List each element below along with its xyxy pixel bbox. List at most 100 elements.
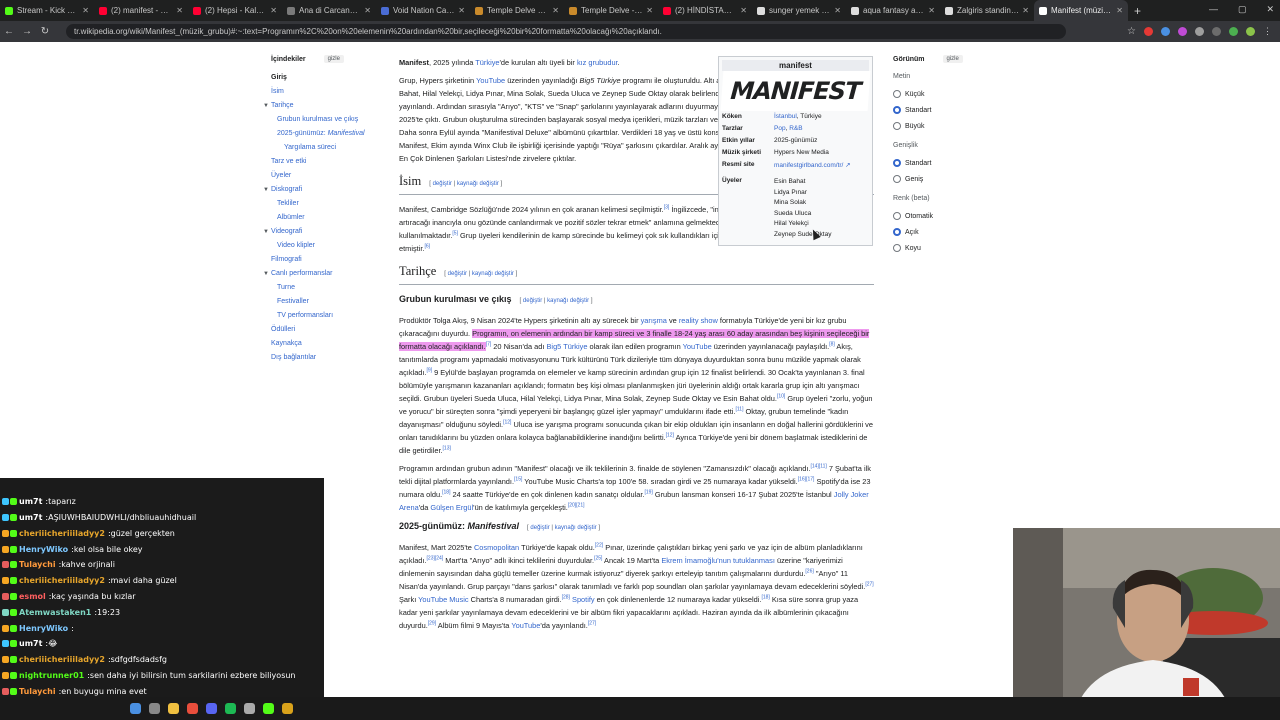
toc-item[interactable]: Giriş bbox=[260, 71, 400, 85]
tab-close-icon[interactable]: ✕ bbox=[270, 6, 277, 15]
citation-link[interactable]: [22] bbox=[595, 543, 603, 549]
citation-link[interactable]: [19] bbox=[644, 490, 652, 496]
extension-icon[interactable] bbox=[1212, 27, 1221, 36]
edit-source-link[interactable]: kaynağı değiştir bbox=[457, 181, 499, 187]
start-icon[interactable] bbox=[130, 703, 141, 714]
wiki-link[interactable]: İstanbul bbox=[774, 113, 797, 120]
back-icon[interactable]: ← bbox=[0, 26, 18, 37]
radio-button[interactable] bbox=[893, 212, 901, 220]
toc-item[interactable]: Yargılama süreci bbox=[260, 141, 400, 155]
wiki-link[interactable]: YouTube Music bbox=[418, 595, 468, 604]
chat-username[interactable]: um7t bbox=[19, 639, 42, 648]
wiki-link[interactable]: yarışma bbox=[641, 316, 667, 325]
wiki-link[interactable]: Gülşen Ergül bbox=[430, 503, 473, 512]
radio-button[interactable] bbox=[893, 90, 901, 98]
taskbar-app-icon[interactable] bbox=[282, 703, 293, 714]
citation-link[interactable]: [6] bbox=[424, 244, 430, 250]
extension-icon[interactable] bbox=[1178, 27, 1187, 36]
radio-button[interactable] bbox=[893, 175, 901, 183]
appearance-option[interactable]: Koyu bbox=[893, 240, 1003, 256]
wiki-link[interactable]: YouTube bbox=[511, 621, 540, 630]
tab-close-icon[interactable]: ✕ bbox=[834, 6, 841, 15]
appearance-option[interactable]: Büyük bbox=[893, 118, 1003, 134]
wiki-link[interactable]: kız grubudur bbox=[577, 58, 618, 67]
browser-tab[interactable]: sunger yemek kutusu✕ bbox=[752, 0, 846, 21]
chat-username[interactable]: HenryWiko bbox=[19, 624, 68, 633]
chat-username[interactable]: um7t bbox=[19, 513, 42, 522]
extension-icon[interactable] bbox=[1229, 27, 1238, 36]
tab-close-icon[interactable]: ✕ bbox=[740, 6, 747, 15]
browser-tab[interactable]: (2) manifest - Daha iyi✕ bbox=[94, 0, 188, 21]
taskbar-app-icon[interactable] bbox=[149, 703, 160, 714]
chat-username[interactable]: cheriiicheriiiladyy2 bbox=[19, 576, 105, 585]
toc-item[interactable]: Festivaller bbox=[260, 295, 400, 309]
wiki-link[interactable]: Türkiye bbox=[475, 58, 499, 67]
browser-tab[interactable]: Temple Delve - AQW✕ bbox=[564, 0, 658, 21]
wiki-link[interactable]: Spotify bbox=[572, 595, 595, 604]
edit-link[interactable]: değiştir bbox=[448, 271, 467, 277]
toc-item[interactable]: Kaynakça bbox=[260, 337, 400, 351]
chat-username[interactable]: cheriiicheriiiladyy2 bbox=[19, 655, 105, 664]
browser-tab[interactable]: (2) HİNDİSTAN BÖLÜM✕ bbox=[658, 0, 752, 21]
appearance-option[interactable]: Standart bbox=[893, 102, 1003, 118]
browser-tab[interactable]: (2) Hepsi - Kalpsizsin (✕ bbox=[188, 0, 282, 21]
extension-icon[interactable] bbox=[1161, 27, 1170, 36]
toc-item[interactable]: Ödülleri bbox=[260, 323, 400, 337]
citation-link[interactable]: [20][21] bbox=[568, 503, 585, 509]
forward-icon[interactable]: → bbox=[18, 26, 36, 37]
radio-button[interactable] bbox=[893, 122, 901, 130]
edit-link[interactable]: değiştir bbox=[523, 298, 542, 304]
browser-tab[interactable]: aqua fantasy aquapark✕ bbox=[846, 0, 940, 21]
citation-link[interactable]: [13] bbox=[443, 446, 451, 452]
citation-link[interactable]: [28] bbox=[562, 595, 570, 601]
edit-link[interactable]: değiştir bbox=[530, 525, 549, 531]
wiki-link[interactable]: Big5 Türkiye bbox=[547, 342, 588, 351]
minimize-icon[interactable]: — bbox=[1209, 4, 1218, 15]
close-icon[interactable]: ✕ bbox=[1266, 4, 1274, 15]
radio-button[interactable] bbox=[893, 106, 901, 114]
appearance-option[interactable]: Standart bbox=[893, 155, 1003, 171]
wiki-link[interactable]: reality show bbox=[679, 316, 718, 325]
citation-link[interactable]: [14][11] bbox=[810, 464, 826, 470]
wiki-link[interactable]: Ekrem İmamoğlu'nun tutuklanması bbox=[661, 556, 775, 565]
tab-close-icon[interactable]: ✕ bbox=[176, 6, 183, 15]
caret-down-icon[interactable]: ▼ bbox=[263, 99, 269, 113]
wiki-link[interactable]: YouTube bbox=[683, 342, 712, 351]
citation-link[interactable]: [18] bbox=[761, 595, 769, 601]
chat-username[interactable]: HenryWiko bbox=[19, 545, 68, 554]
tab-close-icon[interactable]: ✕ bbox=[646, 6, 653, 15]
tab-close-icon[interactable]: ✕ bbox=[82, 6, 89, 15]
taskbar-app-icon[interactable] bbox=[168, 703, 179, 714]
citation-link[interactable]: [26] bbox=[805, 569, 813, 575]
browser-tab[interactable]: Temple Delve Merge✕ bbox=[470, 0, 564, 21]
toc-item[interactable]: Turne bbox=[260, 281, 400, 295]
toc-item[interactable]: Tarz ve etki bbox=[260, 155, 400, 169]
browser-tab[interactable]: Zalgiris standings - Go✕ bbox=[940, 0, 1034, 21]
toc-item[interactable]: İsim bbox=[260, 85, 400, 99]
appearance-hide-button[interactable]: gizle bbox=[942, 55, 963, 63]
wiki-link[interactable]: manifestgirlband.com/tr/ ↗ bbox=[774, 162, 851, 169]
toc-item[interactable]: TV performansları bbox=[260, 309, 400, 323]
wiki-link[interactable]: Pop bbox=[774, 125, 786, 132]
toc-item[interactable]: Grubun kurulması ve çıkış bbox=[260, 113, 400, 127]
citation-link[interactable]: [16][17] bbox=[798, 477, 815, 483]
chat-username[interactable]: Tulaychi bbox=[19, 687, 56, 696]
toc-item[interactable]: 2025-günümüz: Manifestival bbox=[260, 127, 400, 141]
extension-icon[interactable] bbox=[1195, 27, 1204, 36]
taskbar-app-icon[interactable] bbox=[263, 703, 274, 714]
toc-item[interactable]: Video klipler bbox=[260, 239, 400, 253]
toc-item[interactable]: Albümler bbox=[260, 211, 400, 225]
tab-close-icon[interactable]: ✕ bbox=[364, 6, 371, 15]
toc-item[interactable]: Üyeler bbox=[260, 169, 400, 183]
taskbar-app-icon[interactable] bbox=[244, 703, 255, 714]
toc-item[interactable]: Dış bağlantılar bbox=[260, 351, 400, 365]
toc-hide-button[interactable]: gizle bbox=[323, 55, 344, 63]
address-bar[interactable]: tr.wikipedia.org/wiki/Manifest_(müzik_gr… bbox=[66, 24, 1066, 39]
extension-icon[interactable] bbox=[1144, 27, 1153, 36]
tab-close-icon[interactable]: ✕ bbox=[1116, 6, 1123, 15]
browser-tab[interactable]: Stream - Kick Dashbo✕ bbox=[0, 0, 94, 21]
chat-username[interactable]: cheriiicheriiiladyy2 bbox=[19, 529, 105, 538]
citation-link[interactable]: [23][24] bbox=[427, 556, 444, 562]
edit-source-link[interactable]: kaynağı değiştir bbox=[555, 525, 597, 531]
new-tab-button[interactable]: + bbox=[1134, 4, 1141, 18]
